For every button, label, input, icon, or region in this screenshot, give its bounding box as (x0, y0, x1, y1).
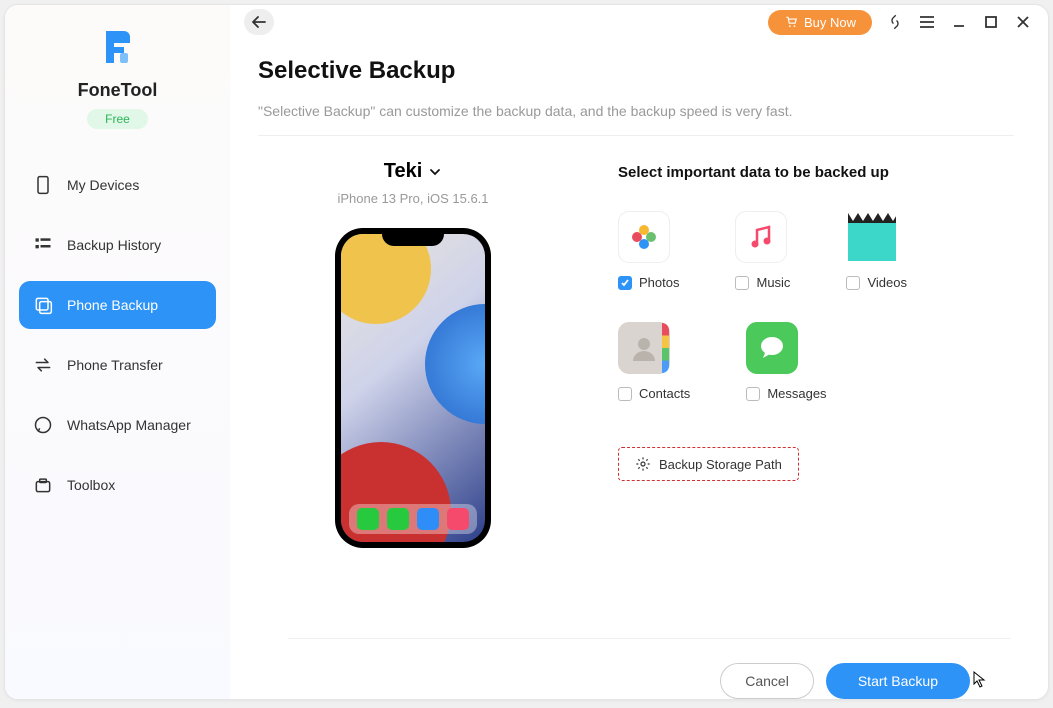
storage-path-button[interactable]: Backup Storage Path (618, 447, 799, 481)
app-logo-icon (98, 27, 138, 67)
messages-checkbox[interactable] (746, 387, 760, 401)
maximize-button[interactable] (982, 13, 1000, 31)
maximize-icon (984, 15, 998, 29)
contacts-checkbox[interactable] (618, 387, 632, 401)
sidebar-item-label: Backup History (67, 237, 161, 253)
back-button[interactable] (244, 9, 274, 35)
close-icon (1016, 15, 1030, 29)
minimize-button[interactable] (950, 13, 968, 31)
storage-path-label: Backup Storage Path (659, 457, 782, 472)
toolbox-icon (33, 475, 53, 495)
hamburger-icon (918, 15, 936, 29)
sidebar-item-phone-transfer[interactable]: Phone Transfer (19, 341, 216, 389)
sidebar-item-label: WhatsApp Manager (67, 417, 191, 433)
option-contacts[interactable]: Contacts (618, 322, 690, 401)
history-icon (33, 235, 53, 255)
music-label: Music (756, 275, 790, 290)
cart-icon (784, 15, 798, 29)
sidebar-item-backup-history[interactable]: Backup History (19, 221, 216, 269)
sidebar-item-whatsapp-manager[interactable]: WhatsApp Manager (19, 401, 216, 449)
sidebar-item-label: Phone Backup (67, 297, 158, 313)
videos-icon (846, 211, 898, 263)
sidebar-item-label: Toolbox (67, 477, 115, 493)
device-model-label: iPhone 13 Pro, iOS 15.6.1 (258, 191, 568, 206)
phone-app-icon (357, 508, 379, 530)
titlebar: Buy Now (230, 5, 1048, 39)
chevron-down-icon (428, 165, 442, 179)
sidebar-item-my-devices[interactable]: My Devices (19, 161, 216, 209)
tier-badge: Free (87, 109, 148, 129)
close-button[interactable] (1014, 13, 1032, 31)
whatsapp-icon (33, 415, 53, 435)
transfer-icon (33, 355, 53, 375)
app-name: FoneTool (5, 80, 230, 101)
phone-mockup (335, 228, 491, 548)
start-backup-button[interactable]: Start Backup (826, 663, 970, 699)
link-icon (886, 13, 904, 31)
photos-checkbox[interactable] (618, 276, 632, 290)
settings-icon-button[interactable] (886, 13, 904, 31)
cursor-pointer-icon (972, 670, 988, 693)
contacts-label: Contacts (639, 386, 690, 401)
sidebar-item-toolbox[interactable]: Toolbox (19, 461, 216, 509)
page-title: Selective Backup (258, 57, 1014, 85)
option-music[interactable]: Music (735, 211, 790, 290)
arrow-left-icon (251, 15, 267, 29)
device-icon (33, 175, 53, 195)
logo-block: FoneTool Free (5, 27, 230, 147)
sidebar-item-label: Phone Transfer (67, 357, 163, 373)
option-messages[interactable]: Messages (746, 322, 826, 401)
contacts-icon (618, 322, 670, 374)
page-subtitle: "Selective Backup" can customize the bac… (258, 103, 1014, 136)
device-selector[interactable]: Teki (384, 160, 443, 183)
gear-icon (635, 456, 651, 472)
sidebar: FoneTool Free My Devices Backup History … (5, 5, 230, 699)
photos-icon (618, 211, 670, 263)
music-app-icon (447, 508, 469, 530)
music-icon (735, 211, 787, 263)
sidebar-item-phone-backup[interactable]: Phone Backup (19, 281, 216, 329)
backup-icon (33, 295, 53, 315)
music-checkbox[interactable] (735, 276, 749, 290)
videos-checkbox[interactable] (846, 276, 860, 290)
menu-button[interactable] (918, 13, 936, 31)
option-videos[interactable]: Videos (846, 211, 907, 290)
option-photos[interactable]: Photos (618, 211, 679, 290)
sidebar-item-label: My Devices (67, 177, 139, 193)
main-content: Buy Now Selective Backup "Selective Back… (230, 5, 1048, 699)
cancel-button[interactable]: Cancel (720, 663, 814, 699)
photos-label: Photos (639, 275, 679, 290)
videos-label: Videos (867, 275, 907, 290)
buy-now-button[interactable]: Buy Now (768, 10, 872, 35)
messages-app-icon (387, 508, 409, 530)
select-data-heading: Select important data to be backed up (618, 164, 1014, 181)
device-name-label: Teki (384, 160, 423, 183)
messages-label: Messages (767, 386, 826, 401)
buy-now-label: Buy Now (804, 15, 856, 30)
messages-icon (746, 322, 798, 374)
minimize-icon (952, 15, 966, 29)
safari-app-icon (417, 508, 439, 530)
